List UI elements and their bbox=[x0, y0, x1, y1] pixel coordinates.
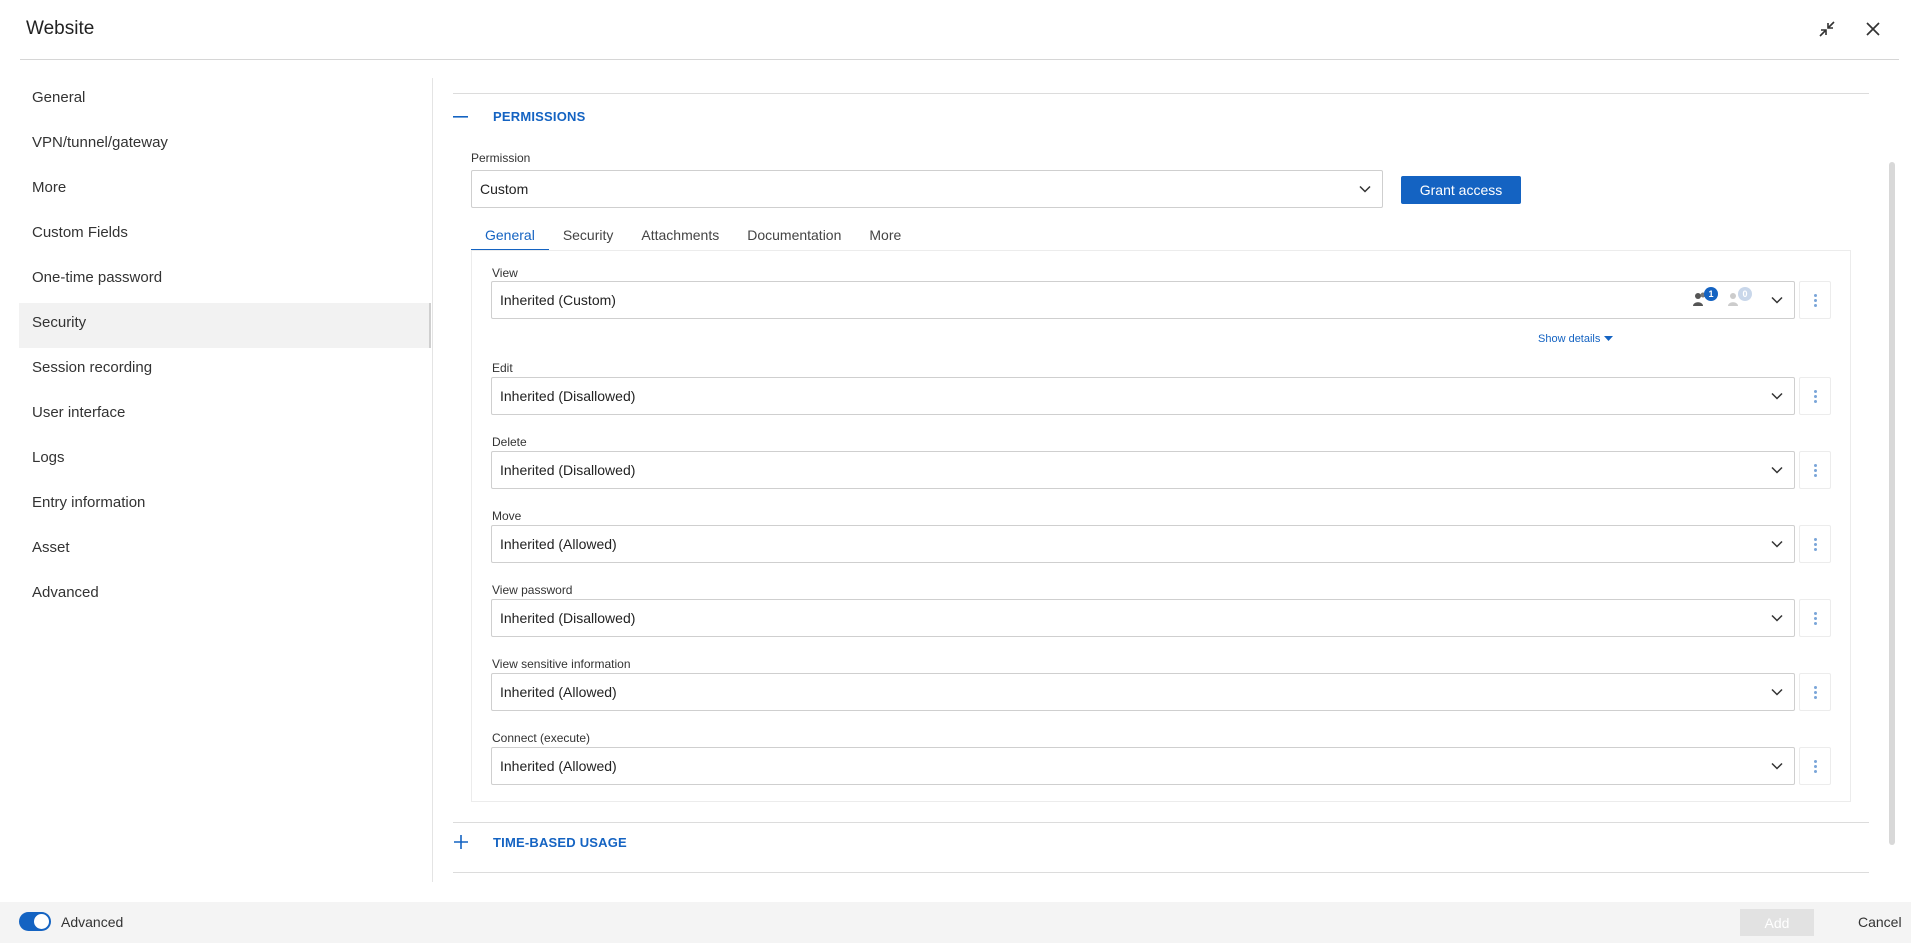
sidebar-item-session-recording[interactable]: Session recording bbox=[19, 348, 431, 393]
sidebar-item-general[interactable]: General bbox=[19, 78, 431, 123]
roles-count: 0 bbox=[1738, 287, 1752, 301]
section-divider bbox=[453, 93, 1869, 94]
sidebar-item-one-time-password[interactable]: One-time password bbox=[19, 258, 431, 303]
roles-badge[interactable]: 0 bbox=[1724, 287, 1752, 313]
chevron-down-icon bbox=[1359, 185, 1371, 193]
sidebar-item-entry-information[interactable]: Entry information bbox=[19, 483, 431, 528]
connect-execute-more-menu[interactable] bbox=[1799, 747, 1831, 785]
caret-down-icon bbox=[1604, 336, 1614, 341]
assignee-badges: 1 0 bbox=[1690, 287, 1752, 313]
sidebar-item-asset[interactable]: Asset bbox=[19, 528, 431, 573]
advanced-toggle[interactable] bbox=[19, 912, 51, 931]
view-password-label: View password bbox=[492, 583, 573, 597]
chevron-down-icon bbox=[1771, 392, 1783, 400]
permissions-panel: View Inherited (Custom) 1 0 Show details… bbox=[471, 250, 1851, 802]
permission-tabs: General Security Attachments Documentati… bbox=[471, 225, 915, 251]
view-sensitive-information-label: View sensitive information bbox=[492, 657, 631, 671]
view-select[interactable]: Inherited (Custom) 1 0 bbox=[491, 281, 1795, 319]
view-password-more-menu[interactable] bbox=[1799, 599, 1831, 637]
sidebar-item-vpn-tunnel-gateway[interactable]: VPN/tunnel/gateway bbox=[19, 123, 431, 168]
show-details-link[interactable]: Show details bbox=[1538, 333, 1614, 345]
view-sensitive-information-more-menu[interactable] bbox=[1799, 673, 1831, 711]
permissions-section-title: PERMISSIONS bbox=[493, 109, 586, 124]
header-divider bbox=[20, 59, 1899, 60]
edit-label: Edit bbox=[492, 361, 513, 375]
time-based-usage-section-header[interactable]: TIME-BASED USAGE bbox=[453, 834, 627, 850]
grant-access-button[interactable]: Grant access bbox=[1401, 176, 1521, 204]
chevron-down-icon bbox=[1771, 296, 1783, 304]
sidebar-item-user-interface[interactable]: User interface bbox=[19, 393, 431, 438]
close-icon[interactable] bbox=[1861, 17, 1885, 41]
delete-select[interactable]: Inherited (Disallowed) bbox=[491, 451, 1795, 489]
tab-documentation[interactable]: Documentation bbox=[733, 225, 855, 251]
collapse-arrows-icon[interactable] bbox=[1815, 17, 1839, 41]
permission-select-value: Custom bbox=[480, 181, 529, 197]
connect-execute-select[interactable]: Inherited (Allowed) bbox=[491, 747, 1795, 785]
dialog-header: Website bbox=[0, 0, 1911, 60]
sidebar-item-logs[interactable]: Logs bbox=[19, 438, 431, 483]
delete-more-menu[interactable] bbox=[1799, 451, 1831, 489]
connect-execute-label: Connect (execute) bbox=[492, 731, 591, 745]
chevron-down-icon bbox=[1771, 762, 1783, 770]
delete-label: Delete bbox=[492, 435, 527, 449]
view-select-value: Inherited (Custom) bbox=[500, 292, 616, 308]
tab-general[interactable]: General bbox=[471, 225, 549, 251]
edit-more-menu[interactable] bbox=[1799, 377, 1831, 415]
sidebar-item-more[interactable]: More bbox=[19, 168, 431, 213]
users-badge[interactable]: 1 bbox=[1690, 287, 1718, 313]
view-sensitive-information-select-value: Inherited (Allowed) bbox=[500, 684, 617, 700]
scrollbar[interactable] bbox=[1889, 162, 1895, 845]
move-select-value: Inherited (Allowed) bbox=[500, 536, 617, 552]
sidebar-nav: General VPN/tunnel/gateway More Custom F… bbox=[19, 78, 431, 618]
permission-select[interactable]: Custom bbox=[471, 170, 1383, 208]
chevron-down-icon bbox=[1771, 614, 1783, 622]
permission-label: Permission bbox=[471, 151, 531, 165]
tab-attachments[interactable]: Attachments bbox=[627, 225, 733, 251]
view-more-menu[interactable] bbox=[1799, 281, 1831, 319]
view-label: View bbox=[492, 266, 518, 280]
view-sensitive-information-select[interactable]: Inherited (Allowed) bbox=[491, 673, 1795, 711]
expand-plus-icon[interactable] bbox=[453, 834, 479, 850]
sidebar-item-advanced[interactable]: Advanced bbox=[19, 573, 431, 618]
header-actions bbox=[1815, 17, 1885, 41]
move-select[interactable]: Inherited (Allowed) bbox=[491, 525, 1795, 563]
move-more-menu[interactable] bbox=[1799, 525, 1831, 563]
view-password-select-value: Inherited (Disallowed) bbox=[500, 610, 636, 626]
dialog-footer: Advanced Add Cancel bbox=[0, 902, 1911, 943]
collapse-minus-icon[interactable] bbox=[453, 115, 479, 119]
chevron-down-icon bbox=[1771, 466, 1783, 474]
time-based-usage-section-title: TIME-BASED USAGE bbox=[493, 834, 627, 850]
cancel-button[interactable]: Cancel bbox=[1858, 914, 1902, 930]
dialog-title: Website bbox=[26, 18, 95, 39]
section-divider bbox=[453, 872, 1869, 873]
tab-more[interactable]: More bbox=[855, 225, 915, 251]
advanced-toggle-label: Advanced bbox=[61, 914, 124, 930]
edit-select-value: Inherited (Disallowed) bbox=[500, 388, 636, 404]
users-count: 1 bbox=[1704, 287, 1718, 301]
edit-select[interactable]: Inherited (Disallowed) bbox=[491, 377, 1795, 415]
section-divider bbox=[453, 822, 1869, 823]
sidebar-item-custom-fields[interactable]: Custom Fields bbox=[19, 213, 431, 258]
permissions-section-header[interactable]: PERMISSIONS bbox=[453, 109, 586, 124]
delete-select-value: Inherited (Disallowed) bbox=[500, 462, 636, 478]
chevron-down-icon bbox=[1771, 688, 1783, 696]
connect-execute-select-value: Inherited (Allowed) bbox=[500, 758, 617, 774]
view-password-select[interactable]: Inherited (Disallowed) bbox=[491, 599, 1795, 637]
chevron-down-icon bbox=[1771, 540, 1783, 548]
tab-security[interactable]: Security bbox=[549, 225, 628, 251]
move-label: Move bbox=[492, 509, 522, 523]
sidebar-divider bbox=[432, 78, 433, 882]
sidebar-item-security[interactable]: Security bbox=[19, 303, 431, 348]
show-details-label: Show details bbox=[1538, 333, 1601, 345]
add-button[interactable]: Add bbox=[1740, 909, 1814, 936]
